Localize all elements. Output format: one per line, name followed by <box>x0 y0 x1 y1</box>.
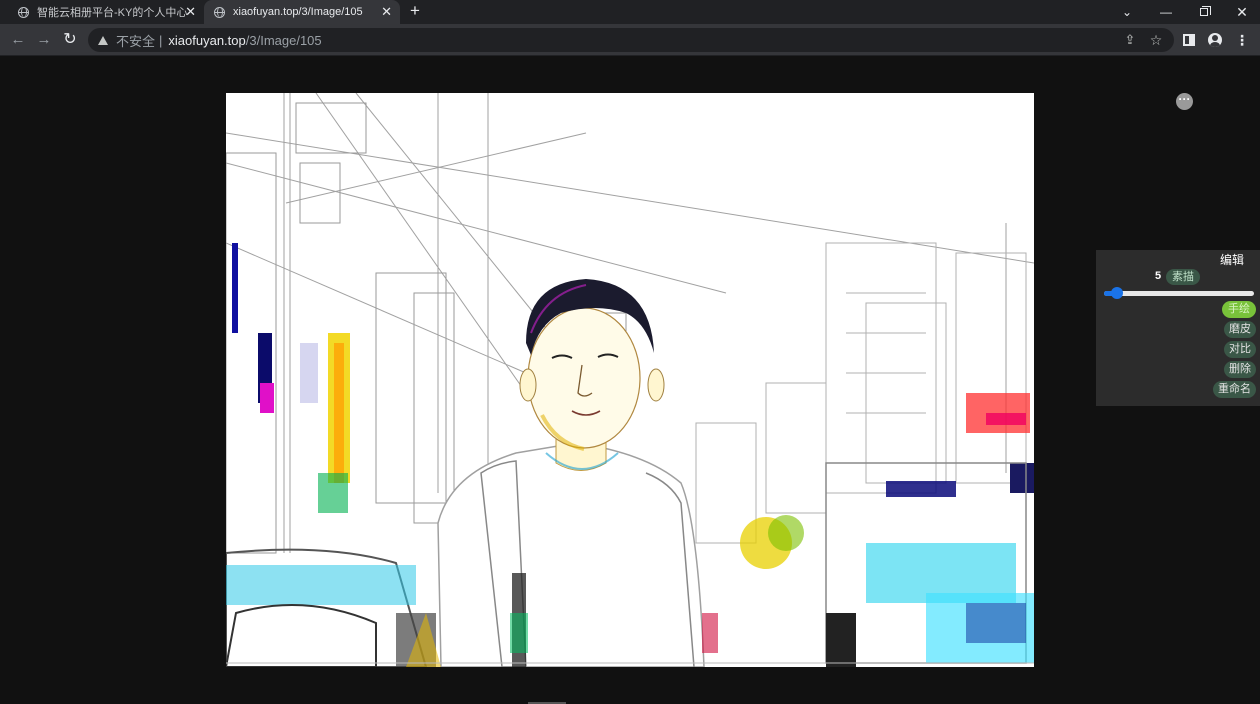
globe-icon <box>214 6 225 18</box>
compare-button[interactable]: 对比 <box>1224 341 1256 358</box>
tab-title: 智能云相册平台-KY的个人中心 <box>37 7 187 19</box>
close-window-icon[interactable]: ✕ <box>1222 0 1260 24</box>
globe-icon <box>18 6 29 18</box>
tab-image-105[interactable]: xiaofuyan.top/3/Image/105 ✕ <box>204 0 400 24</box>
tab-profile-center[interactable]: 智能云相册平台-KY的个人中心 ✕ <box>8 0 204 24</box>
page-content: ··· 编辑 5 素描 手绘 磨皮 对比 删除 重命名 <box>0 57 1260 704</box>
tab-title: xiaofuyan.top/3/Image/105 <box>233 6 363 18</box>
warning-triangle-icon[interactable] <box>98 35 108 45</box>
arrow-right-icon[interactable]: → <box>34 30 54 50</box>
address-bar[interactable]: 不安全 | xiaofuyan.top /3/Image/105 ⇪ ☆ <box>88 28 1174 52</box>
close-tab-icon[interactable]: ✕ <box>381 4 392 20</box>
url-host: xiaofuyan.top <box>168 32 246 48</box>
skin-smooth-button[interactable]: 磨皮 <box>1224 321 1256 338</box>
share-icon[interactable]: ⇪ <box>1122 32 1138 48</box>
effect-level-value: 5 <box>1155 270 1162 282</box>
kebab-menu-icon[interactable]: ⋮ <box>1233 31 1251 49</box>
slider-thumb[interactable] <box>1110 287 1123 299</box>
tab-search-icon[interactable]: ⌄ <box>1110 0 1144 24</box>
browser-toolbar: ← → ↻ 不安全 | xiaofuyan.top /3/Image/105 ⇪… <box>0 24 1260 56</box>
close-tab-icon[interactable]: ✕ <box>185 4 196 20</box>
more-icon[interactable]: ··· <box>1176 93 1193 110</box>
tab-strip: 智能云相册平台-KY的个人中心 ✕ xiaofuyan.top/3/Image/… <box>0 0 1260 24</box>
slider-track[interactable] <box>1104 291 1254 296</box>
side-panel-icon[interactable] <box>1180 31 1198 49</box>
reload-icon[interactable]: ↻ <box>60 30 80 50</box>
rename-button[interactable]: 重命名 <box>1213 381 1256 398</box>
minimize-icon[interactable]: — <box>1146 0 1186 24</box>
sketch-photo <box>226 93 1034 667</box>
delete-button[interactable]: 删除 <box>1224 361 1256 378</box>
sketch-style-button[interactable]: 素描 <box>1166 269 1200 285</box>
profile-icon[interactable] <box>1206 31 1224 49</box>
star-icon[interactable]: ☆ <box>1148 32 1164 48</box>
edit-panel-title: 编辑 <box>1219 253 1244 267</box>
arrow-left-icon[interactable]: ← <box>8 30 28 50</box>
restore-icon[interactable] <box>1184 0 1224 24</box>
url-path: /3/Image/105 <box>245 32 322 48</box>
new-tab-button[interactable]: + <box>410 1 420 21</box>
edit-panel: 编辑 5 素描 手绘 磨皮 对比 删除 重命名 <box>1096 250 1260 406</box>
effect-level-slider[interactable] <box>1104 287 1254 299</box>
security-label[interactable]: 不安全 <box>116 31 155 50</box>
hand-drawn-button[interactable]: 手绘 <box>1222 301 1256 318</box>
address-separator: | <box>159 32 163 48</box>
